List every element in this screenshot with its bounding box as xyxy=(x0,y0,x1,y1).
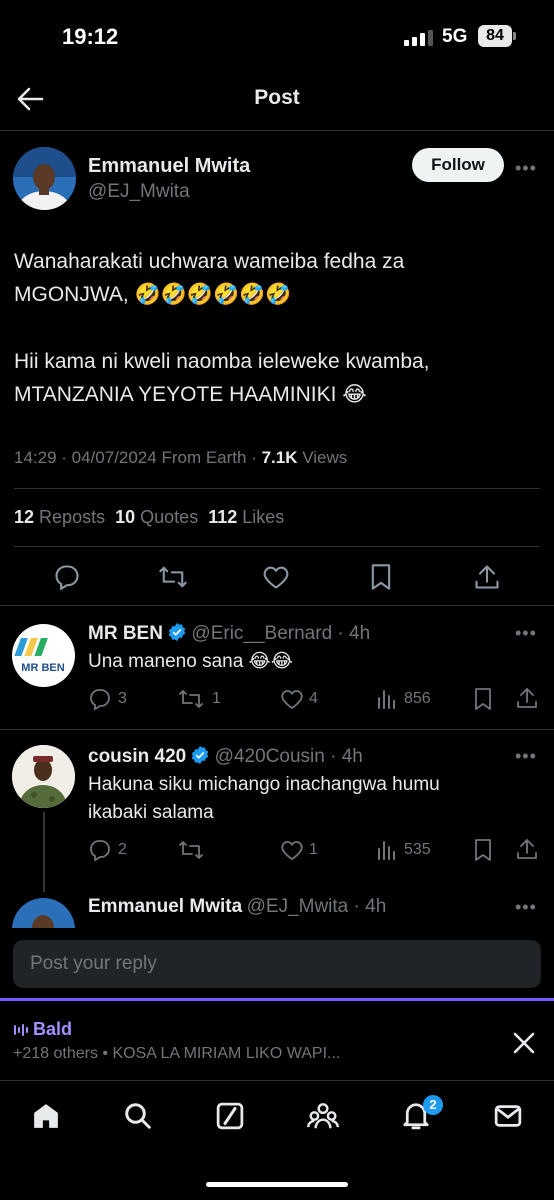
author-avatar[interactable] xyxy=(13,147,76,210)
reply-1-share-icon[interactable] xyxy=(515,686,539,715)
reply-3-more-icon[interactable]: ••• xyxy=(515,897,537,918)
reply-icon[interactable] xyxy=(53,563,81,596)
reposts-count[interactable]: 12 xyxy=(14,507,34,527)
messages-icon[interactable] xyxy=(493,1101,523,1136)
reply-2-text-line-2: ikabaki salama xyxy=(88,802,214,823)
follow-button[interactable]: Follow xyxy=(412,148,504,182)
bookmark-icon[interactable] xyxy=(368,563,394,596)
post-text-line-4: MTANZANIA YEYOTE HAAMINIKI 😂 xyxy=(14,383,367,406)
reply-2-views-icon[interactable] xyxy=(376,839,398,866)
space-audio-icon xyxy=(13,1022,29,1043)
reply-3-handle[interactable]: @EJ_Mwita · 4h xyxy=(247,896,387,917)
reply-1-like-count: 4 xyxy=(309,690,318,707)
space-subtitle[interactable]: +218 others • KOSA LA MIRIAM LIKO WAPI..… xyxy=(13,1045,340,1063)
mr-ben-logo-text: MR BEN xyxy=(21,662,64,674)
reply-2-name[interactable]: cousin 420 xyxy=(88,746,186,767)
repost-icon[interactable] xyxy=(158,563,188,596)
verified-badge-icon xyxy=(190,745,210,770)
likes-count[interactable]: 112 xyxy=(208,507,237,527)
reply-2-repost-action[interactable] xyxy=(178,838,204,867)
reply-3-name[interactable]: Emmanuel Mwita xyxy=(88,896,242,917)
home-indicator xyxy=(206,1182,348,1187)
reply-avatar-mr-ben[interactable]: MR BEN xyxy=(12,624,75,687)
reply-1-views-icon[interactable] xyxy=(376,688,398,715)
reply-1-handle[interactable]: @Eric__Bernard · 4h xyxy=(191,623,370,644)
author-name[interactable]: Emmanuel Mwita xyxy=(88,155,250,178)
reply-1-more-icon[interactable]: ••• xyxy=(515,623,537,644)
page-title: Post xyxy=(254,86,300,109)
quotes-label[interactable]: Quotes xyxy=(140,507,198,527)
reply-1-bookmark-icon[interactable] xyxy=(472,687,494,716)
actions-divider xyxy=(0,605,554,606)
reply-2-reply-action[interactable] xyxy=(88,838,112,867)
reposts-label[interactable]: Reposts xyxy=(39,507,105,527)
quotes-count[interactable]: 10 xyxy=(115,507,135,527)
reply-2-bookmark-icon[interactable] xyxy=(472,838,494,867)
header-divider xyxy=(0,130,554,131)
battery-indicator: 84 xyxy=(478,25,512,47)
space-progress-line xyxy=(0,998,554,1001)
post-text-line-1: Wanaharakati uchwara wameiba fedha za xyxy=(14,250,405,273)
post-text-line-2: MGONJWA, 🤣🤣🤣🤣🤣🤣 xyxy=(14,283,292,306)
reply-input[interactable]: Post your reply xyxy=(30,953,157,975)
reply-1-views-count: 856 xyxy=(404,690,431,707)
reply-3-header: Emmanuel Mwita @EJ_Mwita · 4h xyxy=(88,896,386,918)
grok-icon[interactable] xyxy=(215,1101,245,1136)
stats-divider xyxy=(14,546,540,547)
reply-1-like-action[interactable] xyxy=(280,687,304,716)
meta-divider xyxy=(14,488,540,489)
reply-avatar-author[interactable] xyxy=(12,898,75,928)
reply-2-reply-count: 2 xyxy=(118,841,127,858)
close-icon[interactable] xyxy=(512,1031,536,1060)
reply-2-like-action[interactable] xyxy=(280,838,304,867)
reply-1-reply-count: 3 xyxy=(118,690,127,707)
space-title[interactable]: Bald xyxy=(33,1019,72,1040)
views-label: Views xyxy=(297,448,348,467)
reply-2-handle[interactable]: @420Cousin · 4h xyxy=(215,746,363,767)
verified-badge-icon xyxy=(167,622,187,647)
battery-tip xyxy=(513,32,516,40)
likes-label[interactable]: Likes xyxy=(242,507,284,527)
communities-icon[interactable] xyxy=(307,1101,339,1136)
share-icon[interactable] xyxy=(473,563,501,596)
reply-1-reply-action[interactable] xyxy=(88,687,112,716)
reply-1-text: Una maneno sana 😂😂 xyxy=(88,651,293,672)
reply-2-text-line-1: Hakuna siku michango inachangwa humu xyxy=(88,774,440,795)
reply-2-header: cousin 420 @420Cousin · 4h xyxy=(88,745,363,770)
reply-1-repost-action[interactable] xyxy=(178,687,204,716)
post-meta: 14:29 · 04/07/2024 From Earth · 7.1K Vie… xyxy=(14,448,347,468)
views-count: 7.1K xyxy=(261,448,298,467)
reply-2-more-icon[interactable]: ••• xyxy=(515,746,537,767)
author-handle[interactable]: @EJ_Mwita xyxy=(88,181,190,203)
reply-2-like-count: 1 xyxy=(309,841,318,858)
network-type: 5G xyxy=(442,26,468,47)
signal-icon xyxy=(404,30,434,51)
status-time: 19:12 xyxy=(62,24,119,49)
reply-1-name[interactable]: MR BEN xyxy=(88,623,163,644)
reply-1-header: MR BEN @Eric__Bernard · 4h xyxy=(88,622,370,647)
reply-1-repost-count: 1 xyxy=(212,690,221,707)
post-timestamp: 14:29 · 04/07/2024 From Earth · xyxy=(14,448,262,467)
like-icon[interactable] xyxy=(262,563,290,596)
reply-2-views-count: 535 xyxy=(404,841,431,858)
reply-3[interactable]: Emmanuel Mwita @EJ_Mwita · 4h ••• xyxy=(0,880,554,928)
more-options-icon[interactable]: ••• xyxy=(515,158,537,179)
post-stats: 12 Reposts 10 Quotes 112 Likes xyxy=(14,507,284,528)
home-icon[interactable] xyxy=(31,1101,61,1136)
post-text-line-3: Hii kama ni kweli naomba ieleweke kwamba… xyxy=(14,350,430,373)
reply-2-share-icon[interactable] xyxy=(515,837,539,866)
search-icon[interactable] xyxy=(123,1101,153,1136)
reply-1-divider xyxy=(0,729,554,730)
space-divider xyxy=(0,1080,554,1081)
notification-badge: 2 xyxy=(423,1095,443,1115)
reply-avatar-cousin-420[interactable] xyxy=(12,745,75,808)
